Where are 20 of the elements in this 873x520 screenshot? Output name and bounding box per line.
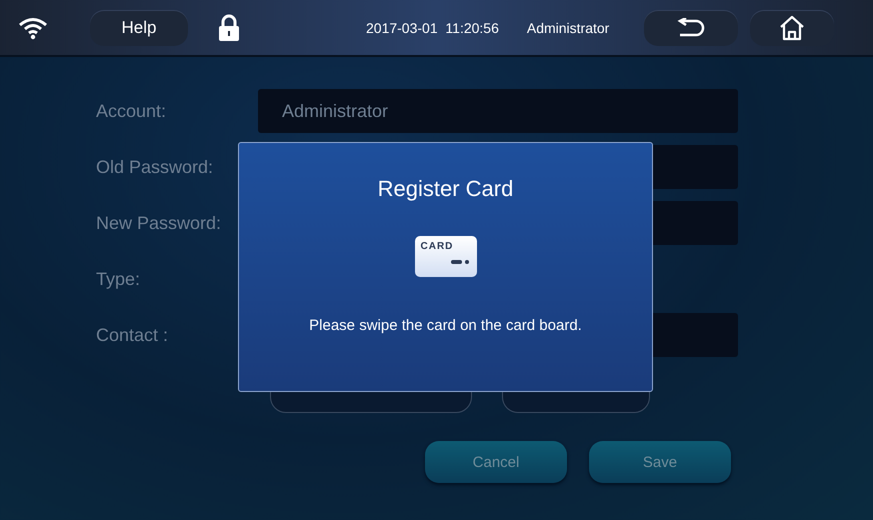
save-button[interactable]: Save (589, 441, 731, 483)
home-button[interactable] (750, 10, 834, 46)
dialog-message: Please swipe the card on the card board. (309, 317, 582, 334)
field-label: Old Password: (96, 156, 214, 178)
dialog-title: Register Card (378, 176, 514, 202)
back-arrow-icon (676, 18, 706, 38)
home-icon (778, 14, 806, 40)
field-label: New Password: (96, 212, 222, 234)
back-button[interactable] (644, 10, 738, 46)
help-button[interactable]: Help (90, 10, 188, 46)
cancel-button[interactable]: Cancel (425, 441, 567, 483)
wifi-icon[interactable] (18, 16, 48, 40)
field-label: Account: (96, 100, 168, 122)
user-name: Administrator (526, 20, 610, 36)
lock-icon[interactable] (218, 14, 240, 42)
field-label: Type: (96, 268, 142, 290)
date-time: 2017-03-01 11:20:56 (366, 20, 499, 36)
card-icon: CARD (414, 236, 476, 277)
field-label: Contact : (96, 324, 170, 346)
input-field[interactable]: Administrator (258, 89, 738, 133)
